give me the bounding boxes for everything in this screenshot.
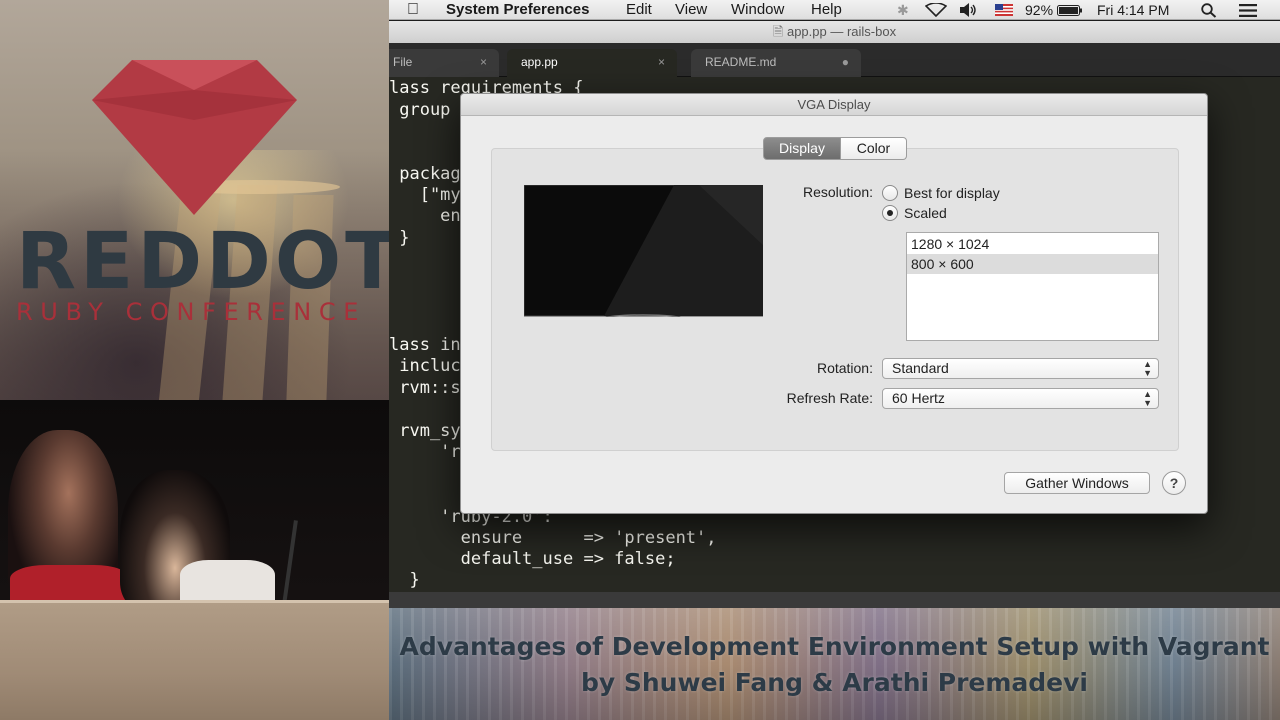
dialog-title: VGA Display — [461, 94, 1207, 116]
vga-display-dialog: VGA Display Display Color Resolution: Be… — [460, 93, 1208, 514]
code-line: default_use => false; — [389, 549, 676, 569]
menu-app-name[interactable]: System Preferences — [446, 0, 589, 20]
logo-wordmark: REDDOT — [16, 217, 389, 307]
microphone-stand — [282, 520, 298, 605]
tab-readme[interactable]: README.md ● — [691, 49, 861, 77]
code-line: 'r — [389, 442, 461, 462]
code-line: lass in — [389, 335, 461, 355]
radio-scaled[interactable]: Scaled — [882, 204, 1032, 222]
resolution-label: Resolution: — [802, 184, 873, 200]
help-button[interactable]: ? — [1162, 471, 1186, 495]
battery-icon[interactable] — [1057, 5, 1083, 16]
tab-file[interactable]: File × — [389, 49, 499, 77]
window-title-text: app.pp — rails-box — [786, 24, 897, 39]
menu-bar:  System Preferences Edit View Window He… — [389, 0, 1280, 20]
editor-window-title: 🗎 app.pp — rails-box — [389, 21, 1280, 43]
tab-display[interactable]: Display — [763, 137, 841, 160]
wifi-icon[interactable] — [925, 3, 947, 17]
spotlight-search-icon[interactable] — [1201, 3, 1217, 18]
tab-color[interactable]: Color — [841, 137, 907, 160]
code-line: packag — [389, 164, 461, 184]
rotation-value: Standard — [892, 360, 949, 376]
rotation-select[interactable]: Standard ▲ ▼ — [882, 358, 1159, 379]
list-item[interactable]: 1280 × 1024 — [907, 234, 1158, 254]
code-line: incluc — [389, 356, 461, 376]
document-icon: 🗎 — [772, 24, 784, 39]
speaker-video — [0, 400, 389, 720]
radio-label: Best for display — [904, 185, 1000, 201]
radio-button[interactable] — [882, 205, 898, 221]
menu-view[interactable]: View — [675, 0, 707, 20]
reddot-logo-diamond-icon — [92, 60, 297, 215]
code-line: ensure => 'present', — [389, 528, 717, 548]
select-arrows-icon: ▲ ▼ — [1143, 359, 1152, 378]
close-icon[interactable]: × — [480, 49, 487, 75]
volume-icon[interactable] — [960, 3, 978, 17]
podium — [0, 603, 389, 720]
tab-label: app.pp — [521, 55, 558, 69]
unsaved-dot-icon[interactable]: ● — [842, 49, 849, 75]
code-line: } — [389, 228, 410, 248]
code-line: } — [389, 570, 420, 590]
projected-screen:  System Preferences Edit View Window He… — [389, 0, 1280, 608]
banner-glow — [389, 608, 1280, 720]
conference-branding: REDDOT RUBY CONFERENCE — [0, 0, 389, 400]
logo-subtitle: RUBY CONFERENCE — [16, 298, 366, 326]
resolution-list[interactable]: 1280 × 1024 800 × 600 — [906, 232, 1159, 341]
display-preview-icon — [524, 185, 763, 317]
radio-best-for-display[interactable]: Best for display — [882, 184, 1032, 202]
talk-speakers: by Shuwei Fang & Arathi Premadevi — [580, 668, 1089, 697]
editor-tab-bar: File × app.pp × README.md ● — [389, 43, 1280, 77]
code-line: en — [389, 206, 461, 226]
tab-label: README.md — [705, 55, 777, 69]
talk-banner: Advantages of Development Environment Se… — [389, 608, 1280, 720]
editor-status-bar — [389, 592, 1280, 608]
tab-app-pp[interactable]: app.pp × — [507, 49, 677, 77]
list-item[interactable]: 800 × 600 — [907, 254, 1158, 274]
code-line: ["my — [389, 185, 461, 205]
battery-percent[interactable]: 92% — [1025, 0, 1053, 20]
radio-label: Scaled — [904, 205, 947, 221]
menu-clock[interactable]: Fri 4:14 PM — [1097, 0, 1169, 20]
us-flag-icon[interactable] — [995, 4, 1013, 16]
close-icon[interactable]: × — [658, 49, 665, 75]
refresh-rate-value: 60 Hertz — [892, 390, 945, 406]
talk-title: Advantages of Development Environment Se… — [399, 632, 1270, 661]
radio-button[interactable] — [882, 185, 898, 201]
notification-center-icon[interactable] — [1239, 4, 1257, 17]
refresh-rate-label: Refresh Rate: — [786, 390, 873, 406]
tab-label: File — [393, 55, 413, 69]
menu-window[interactable]: Window — [731, 0, 784, 20]
menu-help[interactable]: Help — [811, 0, 842, 20]
bluetooth-icon[interactable]: ✱ — [897, 0, 909, 20]
menu-edit[interactable]: Edit — [626, 0, 652, 20]
code-line: rvm::s — [389, 378, 461, 398]
select-arrows-icon: ▲ ▼ — [1143, 389, 1152, 408]
rotation-label: Rotation: — [816, 360, 873, 376]
refresh-rate-select[interactable]: 60 Hertz ▲ ▼ — [882, 388, 1159, 409]
code-line: group — [389, 100, 451, 120]
gather-windows-button[interactable]: Gather Windows — [1004, 472, 1150, 494]
apple-icon[interactable]:  — [407, 0, 419, 20]
code-line: rvm_sy — [389, 421, 461, 441]
